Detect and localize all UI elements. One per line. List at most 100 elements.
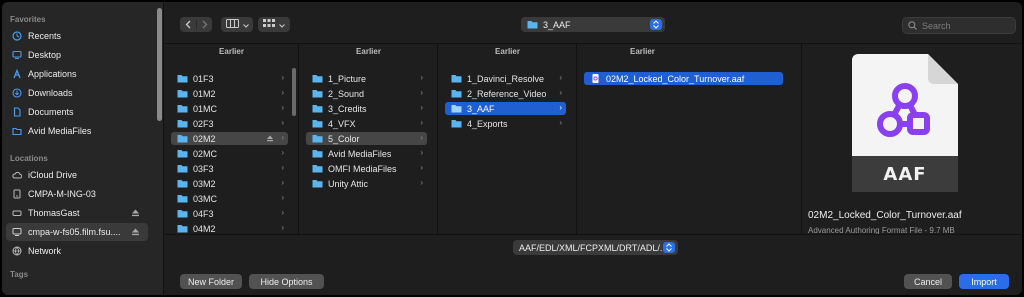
search-field[interactable]: Search	[902, 17, 1016, 34]
chevron-right-icon: ›	[559, 103, 562, 112]
folder-icon	[12, 126, 22, 136]
eject-icon[interactable]	[266, 134, 274, 144]
grid-icon	[263, 19, 275, 30]
list-item[interactable]: 2_Reference_Video ›	[445, 87, 566, 100]
list-item[interactable]: 3_Credits ›	[306, 102, 427, 115]
list-item[interactable]: 02F3 ›	[171, 117, 288, 130]
column-view-icon	[225, 19, 239, 30]
chevron-left-icon[interactable]	[180, 20, 196, 29]
folder-icon	[312, 120, 323, 128]
sidebar-item-network[interactable]: Network	[6, 242, 148, 260]
sidebar-item-downloads[interactable]: Downloads	[6, 84, 148, 102]
chevron-right-icon: ›	[559, 118, 562, 127]
folder-icon	[312, 105, 323, 113]
sidebar-scrollbar[interactable]	[157, 8, 162, 121]
list-item[interactable]: OMFI MediaFiles ›	[306, 162, 427, 175]
list-item[interactable]: 03MC ›	[171, 192, 288, 205]
sidebar-item-label: Downloads	[28, 88, 73, 98]
hide-options-button[interactable]: Hide Options	[249, 274, 324, 289]
column-scrollbar[interactable]	[292, 68, 296, 116]
folder-icon	[527, 20, 538, 29]
list-item[interactable]: 2_Sound ›	[306, 87, 427, 100]
chevron-right-icon: ›	[281, 163, 284, 172]
eject-icon[interactable]	[131, 208, 140, 217]
stepper-icon	[663, 242, 675, 253]
sidebar-item-documents[interactable]: Documents	[6, 103, 148, 121]
item-label: 4_VFX	[328, 118, 356, 129]
column-heading: Earlier	[219, 47, 244, 56]
preview-pane: AAF 02M2_Locked_Color_Turnover.aaf Advan…	[802, 44, 1022, 235]
item-label: 03MC	[193, 193, 218, 204]
folder-icon	[177, 75, 188, 83]
list-item-selected[interactable]: 5_Color ›	[306, 132, 427, 145]
chevron-right-icon: ›	[281, 73, 284, 82]
sidebar-item-applications[interactable]: Applications	[6, 65, 148, 83]
drive-icon	[12, 189, 22, 199]
list-item[interactable]: 01M2 ›	[171, 87, 288, 100]
chevron-right-icon[interactable]	[196, 20, 212, 29]
import-button[interactable]: Import	[959, 274, 1009, 289]
view-mode-button[interactable]	[221, 17, 253, 32]
sidebar-item-cmpa-m-ing-03[interactable]: CMPA-M-ING-03	[6, 185, 148, 203]
folder-icon	[312, 90, 323, 98]
column-color: Earlier 1_Davinci_Resolve › 2_Reference_V…	[439, 44, 577, 234]
sidebar-item-label: Desktop	[28, 50, 62, 60]
network-icon	[12, 246, 22, 256]
divider	[165, 234, 1022, 235]
item-label: 4_Exports	[467, 118, 508, 129]
sidebar-item-icloud-drive[interactable]: iCloud Drive	[6, 166, 148, 184]
folder-icon	[177, 120, 188, 128]
folder-icon	[312, 165, 323, 173]
chevron-right-icon: ›	[420, 178, 423, 187]
column-heading: Earlier	[356, 47, 381, 56]
sidebar-item-avid-mediafiles[interactable]: Avid MediaFiles	[6, 122, 148, 140]
sidebar-item-desktop[interactable]: Desktop	[6, 46, 148, 64]
list-item[interactable]: 01MC ›	[171, 102, 288, 115]
list-item-selected[interactable]: 02M2 ›	[171, 132, 288, 145]
list-item[interactable]: 03F3 ›	[171, 162, 288, 175]
chevron-right-icon: ›	[559, 88, 562, 97]
list-item[interactable]: 1_Davinci_Resolve ›	[445, 72, 566, 85]
list-item[interactable]: 4_VFX ›	[306, 117, 427, 130]
group-button[interactable]	[258, 17, 290, 32]
list-item[interactable]: 4_Exports ›	[445, 117, 566, 130]
list-item[interactable]: 03M2 ›	[171, 177, 288, 190]
sidebar-item-cmpa-w-fs05[interactable]: cmpa-w-fs05.film.fsu....	[6, 223, 148, 241]
sidebar-item-thomasgast[interactable]: ThomasGast	[6, 204, 148, 222]
preview-file-name: 02M2_Locked_Color_Turnover.aaf	[808, 210, 962, 221]
cancel-button[interactable]: Cancel	[904, 274, 952, 289]
chevron-right-icon: ›	[420, 118, 423, 127]
file-open-dialog: Favorites Recents Desktop Applications D…	[2, 2, 1022, 295]
list-item[interactable]: Avid MediaFiles ›	[306, 147, 427, 160]
file-type-filter[interactable]: AAF/EDL/XML/FCPXML/DRT/ADL/...	[513, 240, 678, 255]
list-item[interactable]: Unity Attic ›	[306, 177, 427, 190]
folder-icon	[177, 90, 188, 98]
item-label: 3_Credits	[328, 103, 367, 114]
list-item-selected[interactable]: 02M2_Locked_Color_Turnover.aaf	[584, 72, 783, 85]
folder-icon	[177, 180, 188, 188]
chevron-right-icon: ›	[281, 118, 284, 127]
folder-icon	[312, 180, 323, 188]
list-item-selected[interactable]: 3_AAF ›	[445, 102, 566, 115]
column-dates: Earlier 01F3 › 01M2 › 01MC › 02F3 › 02M2 › 02…	[165, 44, 299, 234]
sidebar-heading-tags: Tags	[10, 270, 29, 279]
folder-icon	[451, 120, 462, 128]
chevron-down-icon	[279, 20, 285, 30]
column-subfolders: Earlier 1_Picture › 2_Sound › 3_Credits › 4…	[300, 44, 438, 234]
folder-icon	[177, 210, 188, 218]
chevron-right-icon: ›	[420, 133, 423, 142]
list-item[interactable]: 04F3 ›	[171, 207, 288, 220]
item-label: 02MC	[193, 148, 218, 159]
list-item[interactable]: 02MC ›	[171, 147, 288, 160]
item-label: Unity Attic	[328, 178, 369, 189]
list-item[interactable]: 1_Picture ›	[306, 72, 427, 85]
folder-icon	[177, 225, 188, 233]
path-popup[interactable]: 3_AAF	[521, 17, 665, 32]
folder-icon	[177, 165, 188, 173]
list-item[interactable]: 01F3 ›	[171, 72, 288, 85]
filter-label: AAF/EDL/XML/FCPXML/DRT/ADL/...	[519, 242, 668, 253]
sidebar-item-recents[interactable]: Recents	[6, 27, 148, 45]
eject-icon[interactable]	[131, 227, 140, 236]
chevron-right-icon: ›	[281, 178, 284, 187]
new-folder-button[interactable]: New Folder	[180, 274, 242, 289]
